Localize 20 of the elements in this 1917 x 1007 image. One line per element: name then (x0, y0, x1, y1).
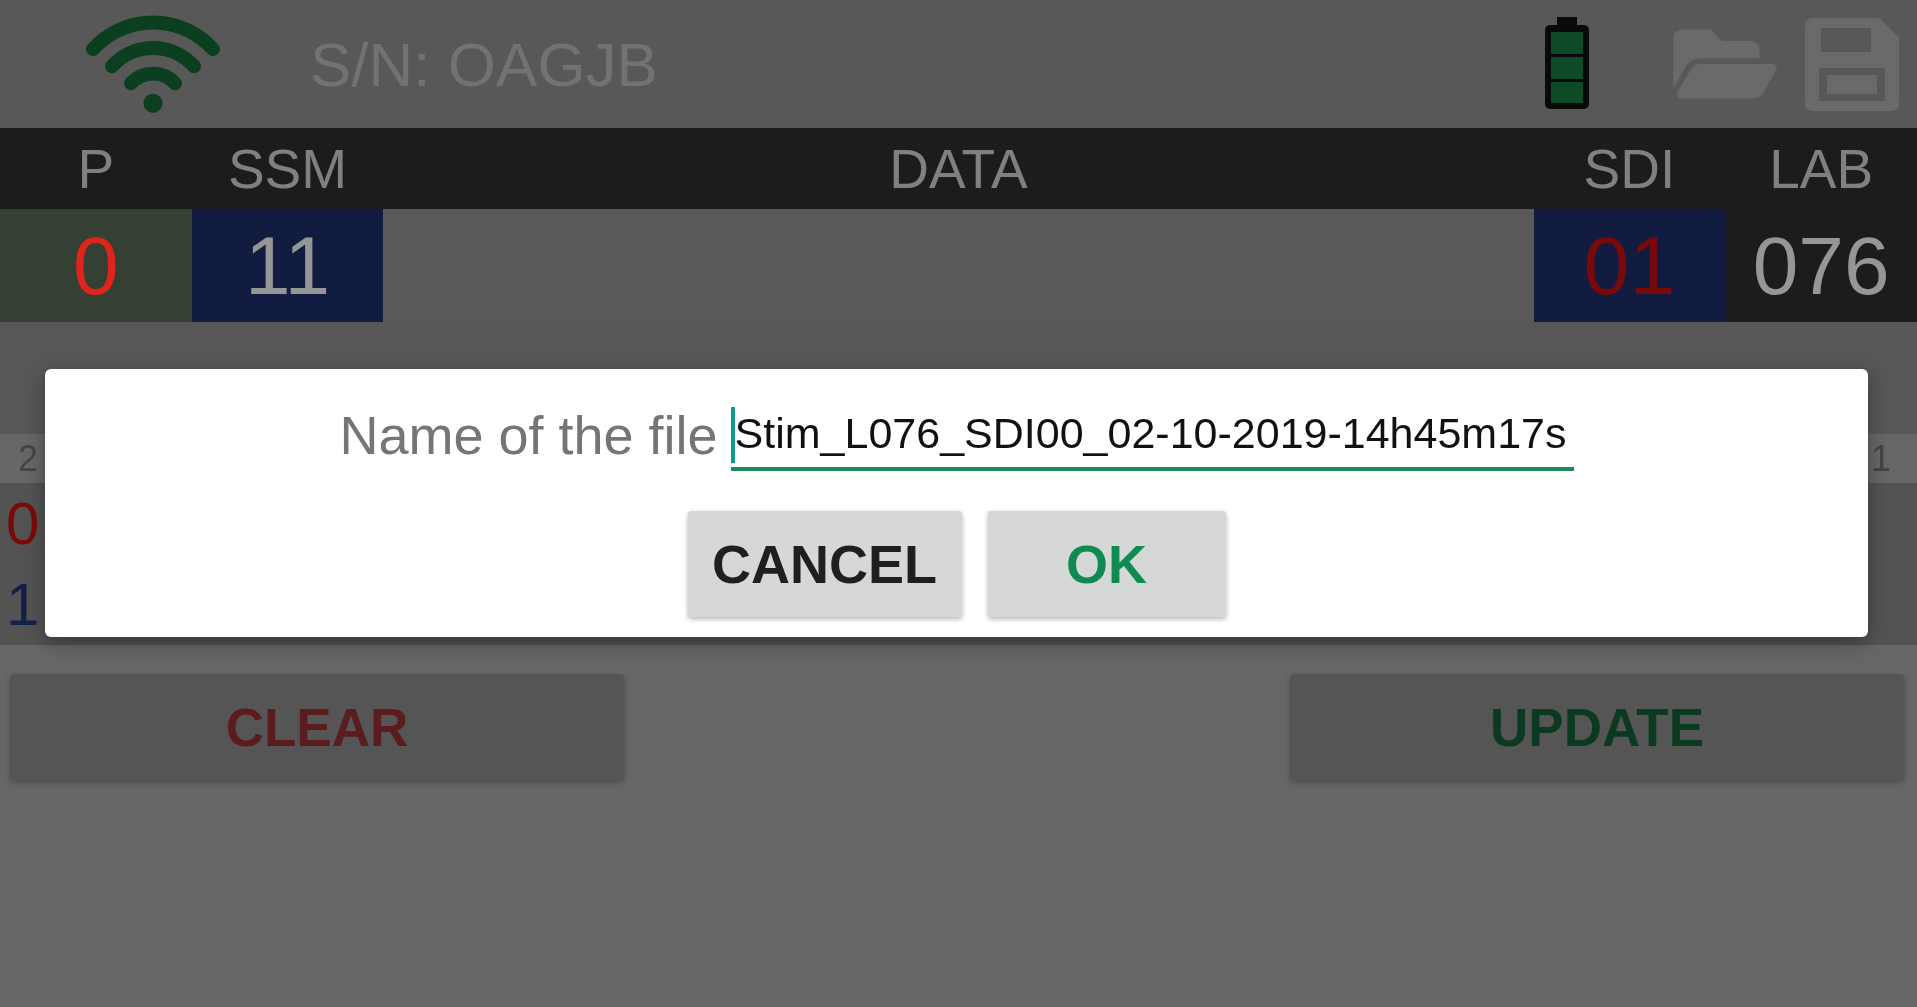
action-button[interactable]: UPDATE (1290, 674, 1904, 780)
filename-label: Name of the file (339, 404, 718, 466)
dialog-button[interactable]: OK (987, 511, 1226, 617)
column-header: DATA (888, 136, 1029, 202)
column-header: SDI (1582, 136, 1677, 202)
wifi-icon (86, 14, 220, 114)
field-value: 076 (1752, 224, 1890, 307)
row-value: 1 (6, 574, 40, 635)
field-value: 0 (73, 224, 119, 307)
dialog-button[interactable]: CANCEL (687, 511, 962, 617)
column-header: SSM (226, 136, 349, 202)
text-cursor-icon (730, 407, 735, 463)
column-header: LAB (1768, 136, 1875, 202)
action-button[interactable]: CLEAR (10, 674, 624, 780)
filename-input[interactable]: Stim_L076_SDI00_02-10-2019-14h45m17s (730, 399, 1574, 471)
battery-icon (1542, 16, 1592, 112)
field-value: 01 (1583, 224, 1676, 307)
column-header: P (76, 136, 116, 202)
field-value: 11 (244, 224, 331, 307)
row-value: 0 (6, 493, 40, 554)
